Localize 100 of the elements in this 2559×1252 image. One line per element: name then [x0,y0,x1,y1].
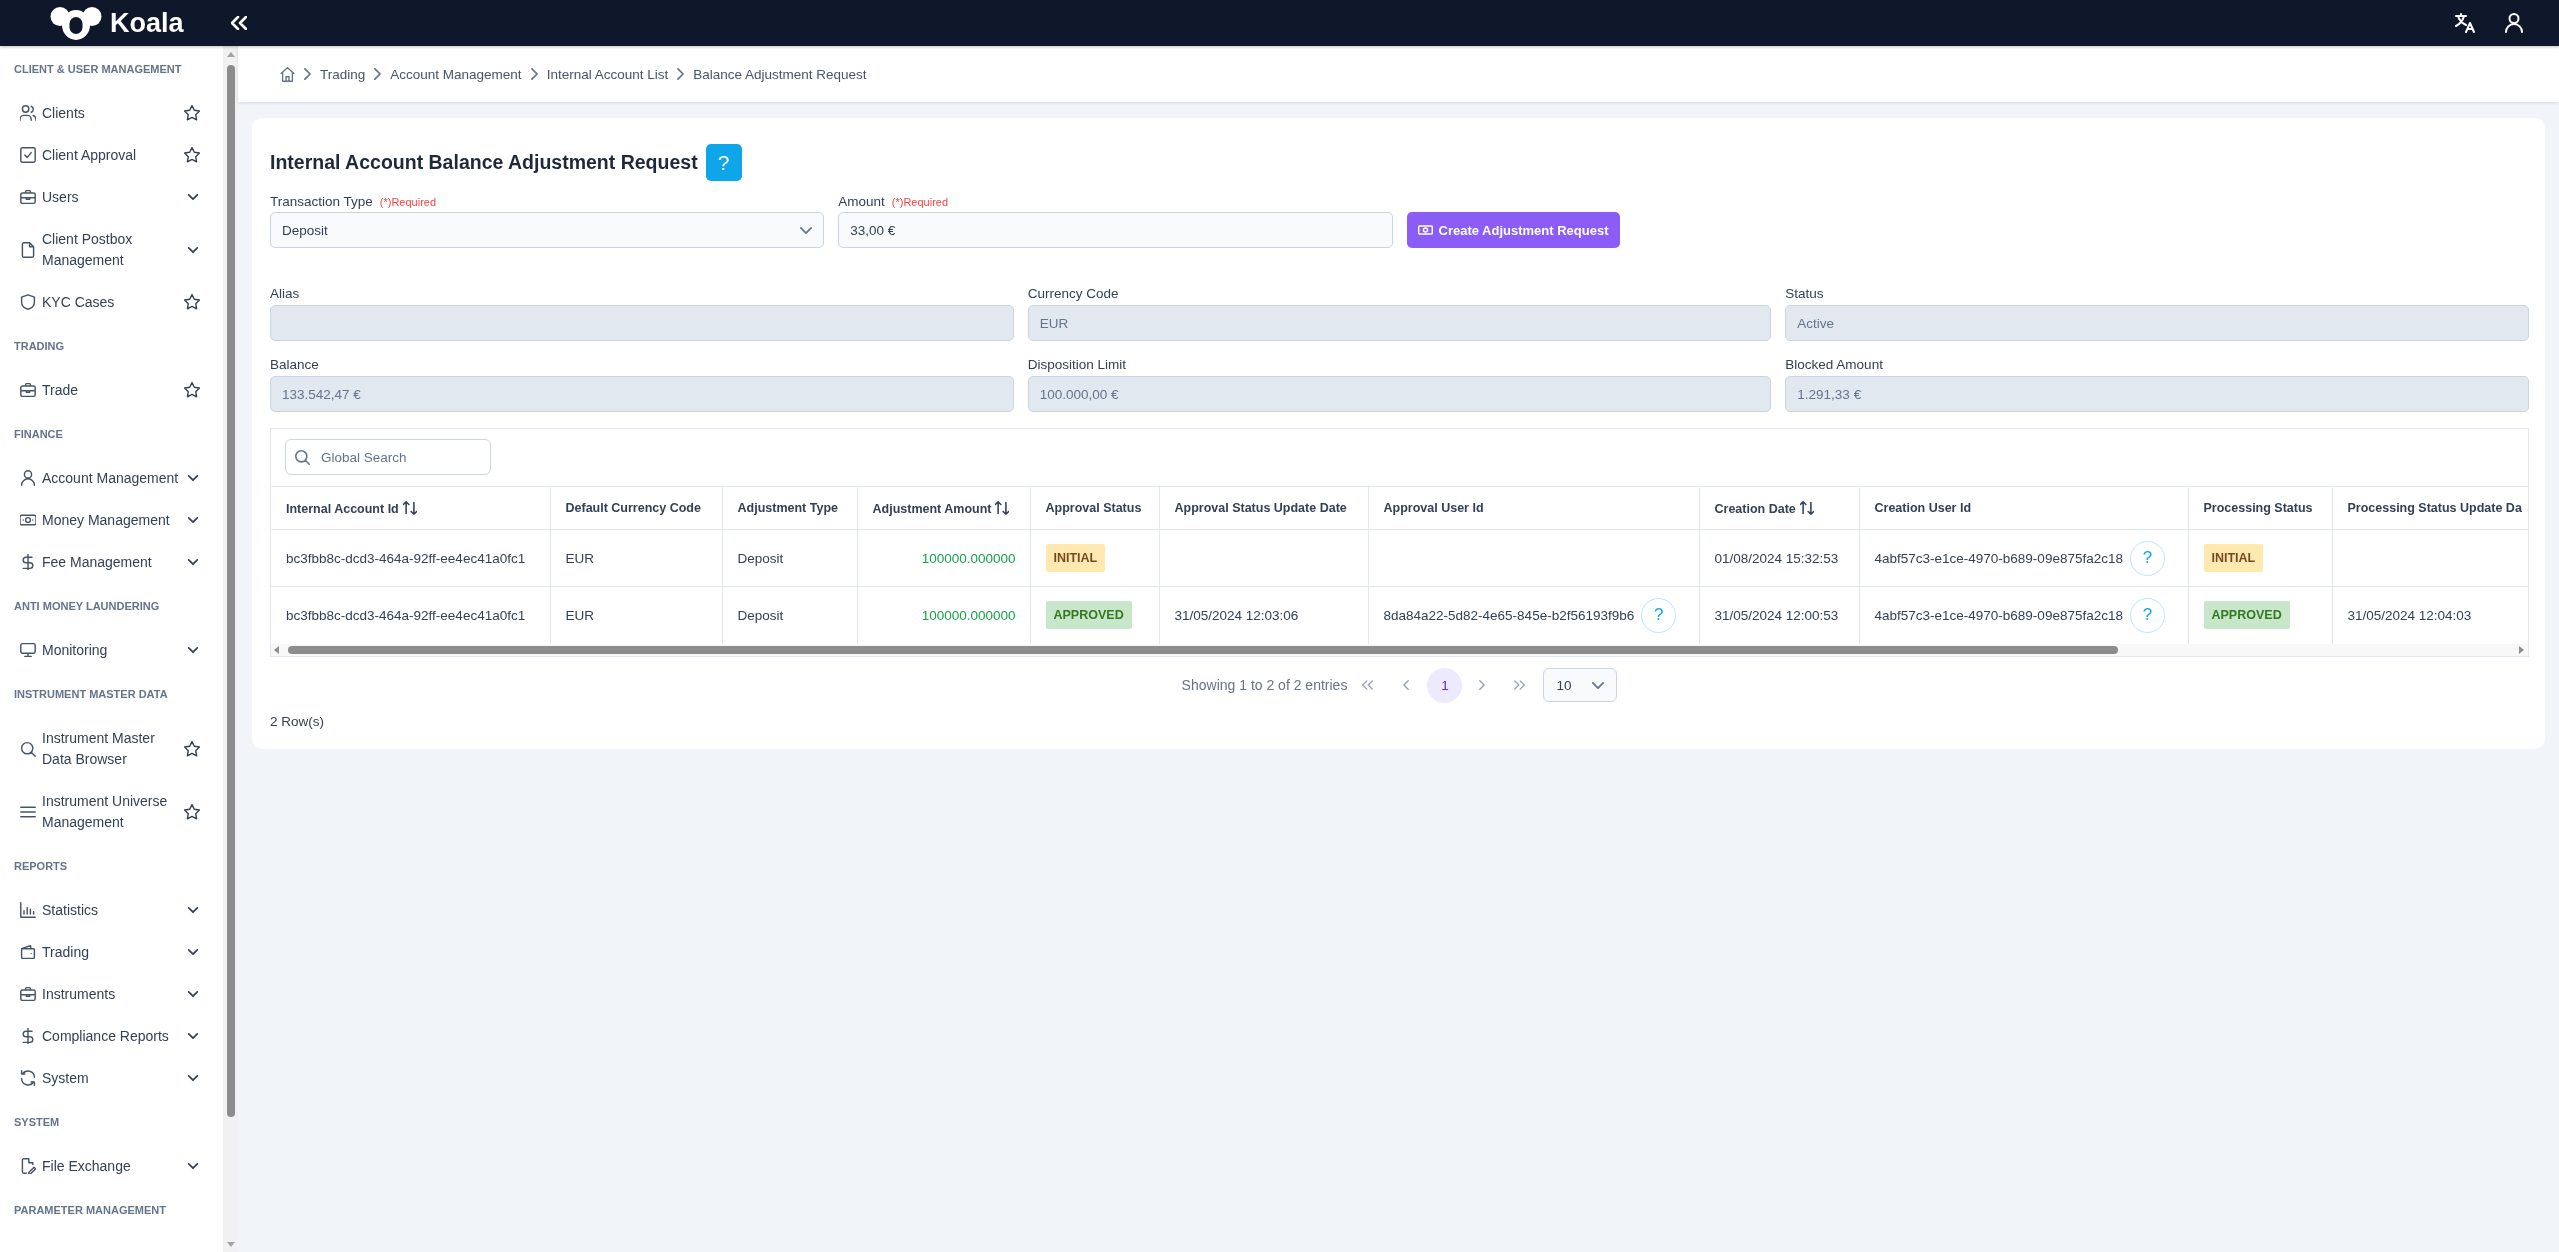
sidebar-item[interactable]: Client Postbox Management [20,228,180,271]
breadcrumb-link[interactable]: Trading [320,66,366,82]
section-heading: ANTI MONEY LAUNDERING [13,599,161,614]
dollar-icon [20,554,36,570]
scrollbar-thumb[interactable] [288,645,2118,654]
breadcrumb-link[interactable]: Internal Account List [546,66,669,82]
chevron-left-icon[interactable] [1403,680,1410,690]
chevron-down-icon[interactable] [188,991,198,997]
page-size-select[interactable]: 10 [1543,668,1618,702]
horizontal-scrollbar[interactable] [271,643,2528,656]
document-icon [20,241,36,258]
input-field[interactable]: 33,00 € [838,212,1393,248]
section-heading: INSTRUMENT MASTER DATA [13,687,169,702]
triangle-left-icon[interactable] [274,645,279,654]
briefcase-icon [20,382,36,398]
column-header: Approval Status Update Date [1159,486,1368,530]
sidebar-item[interactable]: File Exchange [20,1155,180,1177]
chevron-down-icon[interactable] [188,647,198,653]
column-header[interactable]: Internal Account Id [271,486,550,530]
sidebar-item[interactable]: Instrument Master Data Browser [20,727,176,770]
create-request-button[interactable]: Create Adjustment Request [1406,212,1620,248]
table-cell: 100000.000000 [857,529,1030,587]
sidebar-item[interactable]: System [20,1067,180,1089]
sidebar-item[interactable]: Instruments [20,983,180,1005]
monitor-icon [20,642,36,658]
chevron-down-icon[interactable] [188,194,198,200]
input-field: EUR [1027,305,1772,341]
user-icon[interactable] [2504,13,2524,33]
section-heading: REPORTS [13,859,69,874]
translate-icon[interactable] [2455,13,2475,33]
field-label: Alias [270,286,300,302]
input-field: Active [1785,305,2529,341]
column-header: Approval User Id [1368,486,1699,530]
search-icon [295,449,310,465]
sidebar-item[interactable]: Clients [20,102,176,124]
vertical-scrollbar[interactable] [223,46,238,1252]
chevron-down-icon[interactable] [188,246,198,253]
table-cell: bc3fbb8c-dcd3-464a-92ff-ee4ec41a0fc1 [271,529,550,587]
list-icon [20,803,36,820]
logo-text: Koala [110,9,184,37]
star-icon[interactable] [184,147,200,163]
star-icon[interactable] [184,382,200,398]
briefcase-icon [20,986,36,1002]
chevron-down-icon[interactable] [188,1163,198,1169]
field-label: Transaction Type [270,194,373,210]
column-header[interactable]: Adjustment Amount [857,486,1030,530]
star-icon[interactable] [184,294,200,310]
sidebar-item[interactable]: Account Management [20,467,180,489]
section-heading: TRADING [13,339,66,354]
search-icon [20,740,36,757]
chevron-down-icon[interactable] [188,475,198,481]
table-cell: 31/05/2024 12:04:03 [2332,586,2528,644]
input-field: 133.542,47 € [270,376,1014,412]
table-cell: bc3fbb8c-dcd3-464a-92ff-ee4ec41a0fc1 [271,586,550,644]
sort-icon [1799,500,1814,515]
section-heading: PARAMETER MANAGEMENT [13,1203,167,1218]
user-id-text: 4abf57c3-e1ce-4970-b689-09e875fa2c18 [1874,550,2123,566]
wallet-icon [20,944,36,960]
star-icon[interactable] [184,105,200,121]
chevron-down-icon[interactable] [188,1075,198,1081]
column-header[interactable]: Creation Date [1699,486,1859,530]
home-icon[interactable] [280,66,295,82]
triangle-right-icon[interactable] [2519,645,2524,654]
sidebar-item[interactable]: Monitoring [20,639,180,661]
table-cell: EUR [550,529,722,587]
sidebar-item[interactable]: Trade [20,379,176,401]
chevron-right-icon[interactable] [1479,680,1486,690]
sidebar-item[interactable]: Statistics [20,899,180,921]
user-id-text: 4abf57c3-e1ce-4970-b689-09e875fa2c18 [1874,607,2123,623]
scrollbar-thumb[interactable] [226,65,235,1117]
sidebar-item[interactable]: Compliance Reports [20,1025,180,1047]
breadcrumb-link[interactable]: Account Management [390,66,522,82]
table-cell: 01/08/2024 15:32:53 [1699,529,1859,587]
chevron-down-icon[interactable] [188,949,198,955]
sidebar-item[interactable]: KYC Cases [20,291,176,313]
breadcrumb-link[interactable]: Balance Adjustment Request [693,66,867,82]
select-field[interactable]: Deposit [270,212,825,248]
chevron-down-icon[interactable] [188,517,198,523]
sidebar-item[interactable]: Fee Management [20,551,180,573]
status-badge: INITIAL [2203,544,2264,572]
table-cell: EUR [550,586,722,644]
chevron-down-icon[interactable] [188,1033,198,1039]
star-icon[interactable] [184,803,200,820]
page-button[interactable]: 1 [1427,667,1463,703]
bar-chart-icon [20,902,36,918]
column-header: Creation User Id [1859,486,2188,530]
field-label: Amount [838,194,885,210]
search-field[interactable]: Global Search [285,439,491,475]
chevron-down-icon[interactable] [188,907,198,913]
sidebar-item[interactable]: Trading [20,941,180,963]
chevron-right-icon [374,68,382,80]
sidebar-item[interactable]: Client Approval [20,144,176,166]
chevron-down-icon[interactable] [188,559,198,565]
sidebar-item[interactable]: Users [20,186,180,208]
field-label: Blocked Amount [1785,357,1883,373]
sidebar-item[interactable]: Money Management [20,509,180,531]
sidebar-item[interactable]: Instrument Universe Management [20,790,176,833]
file-edit-icon [20,1158,36,1174]
star-icon[interactable] [184,740,200,757]
status-badge: APPROVED [2203,601,2290,630]
